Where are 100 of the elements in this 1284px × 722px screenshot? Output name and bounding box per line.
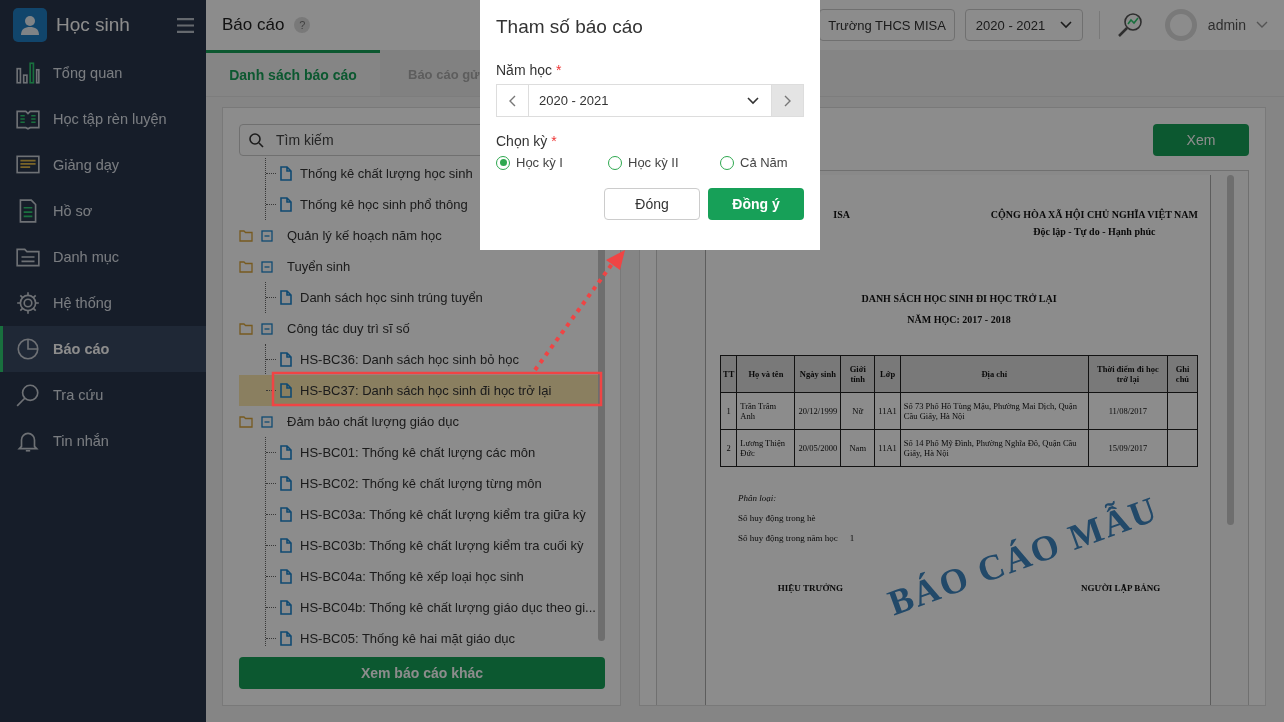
report-item[interactable]: HS-BC01: Thống kê chất lượng các môn [239, 437, 598, 468]
file-icon [280, 476, 292, 491]
file-icon [280, 569, 292, 584]
table-cell: 11A1 [874, 392, 901, 430]
table-cell: 11/08/2017 [1088, 392, 1168, 430]
sidebar-item[interactable]: Tra cứu [0, 372, 206, 418]
sidebar-item[interactable]: Giảng dạy [0, 142, 206, 188]
table-header: TT [720, 355, 737, 393]
sidebar-item[interactable]: Báo cáo [0, 326, 206, 372]
table-header: Ghi chú [1167, 355, 1198, 393]
school-button[interactable]: Trường THCS MISA [819, 9, 955, 41]
user-logo-icon [13, 8, 47, 42]
report-item[interactable]: HS-BC36: Danh sách học sinh bỏ học [239, 344, 598, 375]
doc-text: Phân loại: [738, 493, 777, 503]
signature-title: HIỆU TRƯỞNG [777, 583, 844, 593]
collapse-icon[interactable] [261, 322, 273, 335]
table-cell: 2 [720, 429, 737, 467]
page-title: Báo cáo [222, 15, 285, 35]
year-select[interactable]: 2020 - 2021 [528, 85, 772, 116]
folder-item[interactable]: Tuyển sinh [239, 251, 598, 282]
doc-text: Số huy động trong năm học [738, 533, 838, 543]
doc-motto: Độc lập - Tự do - Hạnh phúc [1033, 226, 1156, 237]
doc-text: ISA [832, 209, 850, 222]
settings-icon [15, 290, 41, 316]
chevron-down-icon[interactable] [1256, 21, 1268, 29]
folder-icon [239, 229, 253, 242]
file-icon [280, 507, 292, 522]
sidebar-item[interactable]: Hệ thống [0, 280, 206, 326]
table-cell: Nữ [840, 392, 875, 430]
table-cell [1167, 392, 1198, 430]
doc-text: Số huy động trong hè [738, 513, 816, 523]
table-cell: Số 14 Phố Mỹ Đình, Phường Nghĩa Đô, Quận Cầu Giấy, Hà Nội [900, 429, 1089, 467]
table-header: Ngày sinh [794, 355, 841, 393]
file-icon [280, 352, 292, 367]
doc-heading: CỘNG HÒA XÃ HỘI CHỦ NGHĨA VIỆT NAM [990, 209, 1198, 220]
folder-icon [239, 260, 253, 273]
file-icon [280, 383, 292, 398]
collapse-icon[interactable] [261, 415, 273, 428]
table-cell: Lương Thiện Đức [736, 429, 795, 467]
report-item[interactable]: Thống kê học sinh phổ thông [239, 189, 598, 220]
scrollbar[interactable] [1227, 175, 1234, 525]
doc-subtitle: NĂM HỌC: 2017 - 2018 [907, 314, 1011, 325]
term-radio[interactable]: Cả Năm [720, 155, 788, 170]
folder-item[interactable]: Quản lý kế hoạch năm học [239, 220, 598, 251]
file-icon [280, 631, 292, 646]
folder-item[interactable]: Công tác duy trì sĩ số [239, 313, 598, 344]
collapse-icon[interactable] [261, 260, 273, 273]
menu-icon[interactable] [177, 17, 194, 33]
sidebar-item[interactable]: Tổng quan [0, 50, 206, 96]
user-name[interactable]: admin [1207, 17, 1246, 33]
confirm-button[interactable]: Đồng ý [708, 188, 804, 220]
sidebar-item[interactable]: Hồ sơ [0, 188, 206, 234]
file-icon [280, 166, 292, 181]
file-icon [280, 197, 292, 212]
report-item[interactable]: HS-BC02: Thống kê chất lượng từng môn [239, 468, 598, 499]
next-button[interactable] [772, 85, 803, 116]
table-cell: 15/09/2017 [1088, 429, 1168, 467]
table-cell: 1 [720, 392, 737, 430]
report-item[interactable]: HS-BC03b: Thống kê chất lượng kiểm tra cuối kỳ [239, 530, 598, 561]
close-button[interactable]: Đóng [604, 188, 700, 220]
chevron-left-icon [509, 94, 516, 107]
report-item[interactable]: HS-BC37: Danh sách học sinh đi học trở lại [239, 375, 598, 406]
dialog-title: Tham số báo cáo [496, 16, 644, 38]
required-mark: * [556, 62, 562, 78]
file-icon [280, 445, 292, 460]
chevron-right-icon [784, 94, 791, 107]
sidebar-item[interactable]: Danh mục [0, 234, 206, 280]
file-icon [280, 290, 292, 305]
table-header: Địa chỉ [900, 355, 1089, 393]
report-item[interactable]: HS-BC05: Thống kê hai mặt giáo dục [239, 623, 598, 647]
sidebar-item[interactable]: Tin nhắn [0, 418, 206, 464]
table-cell: Số 73 Phố Hồ Tùng Mậu, Phường Mai Dịch, Quận Cầu Giấy, Hà Nội [900, 392, 1089, 430]
field-label: Năm học [496, 62, 553, 78]
table-cell [1167, 429, 1198, 467]
pie-chart-icon [15, 336, 41, 362]
table-header: Giới tính [840, 355, 875, 393]
file-icon [280, 538, 292, 553]
folder-icon [239, 415, 253, 428]
table-header: Lớp [874, 355, 901, 393]
required-mark: * [551, 133, 557, 149]
report-item[interactable]: HS-BC03a: Thống kê chất lượng kiểm tra giữa kỳ [239, 499, 598, 530]
signature-title: NGƯỜI LẬP BẢNG [1081, 583, 1161, 593]
report-item[interactable]: HS-BC04a: Thống kê xếp loại học sinh [239, 561, 598, 592]
year-dropdown[interactable]: 2020 - 2021 [964, 9, 1083, 41]
collapse-icon[interactable] [261, 229, 273, 242]
sidebar-item[interactable]: Học tập rèn luyện [0, 96, 206, 142]
report-item[interactable]: HS-BC04b: Thống kê chất lượng giáo dục theo gi... [239, 592, 598, 623]
file-icon [280, 600, 292, 615]
table-cell: Nam [840, 429, 875, 467]
report-item[interactable]: Danh sách học sinh trúng tuyển [239, 282, 598, 313]
table-cell: 20/05/2000 [794, 429, 841, 467]
term-radio[interactable]: Học kỳ II [608, 155, 720, 170]
search-icon [15, 382, 41, 408]
table-cell: Trần Trâm Anh [736, 392, 795, 430]
folder-icon [239, 322, 253, 335]
doc-title: DANH SÁCH HỌC SINH ĐI HỌC TRỞ LẠI [861, 293, 1057, 304]
folder-item[interactable]: Đảm bảo chất lượng giáo dục [239, 406, 598, 437]
app-title: Học sinh [56, 14, 131, 36]
table-header: Họ và tên [736, 355, 795, 393]
term-radio[interactable]: Học kỳ I [496, 155, 608, 170]
